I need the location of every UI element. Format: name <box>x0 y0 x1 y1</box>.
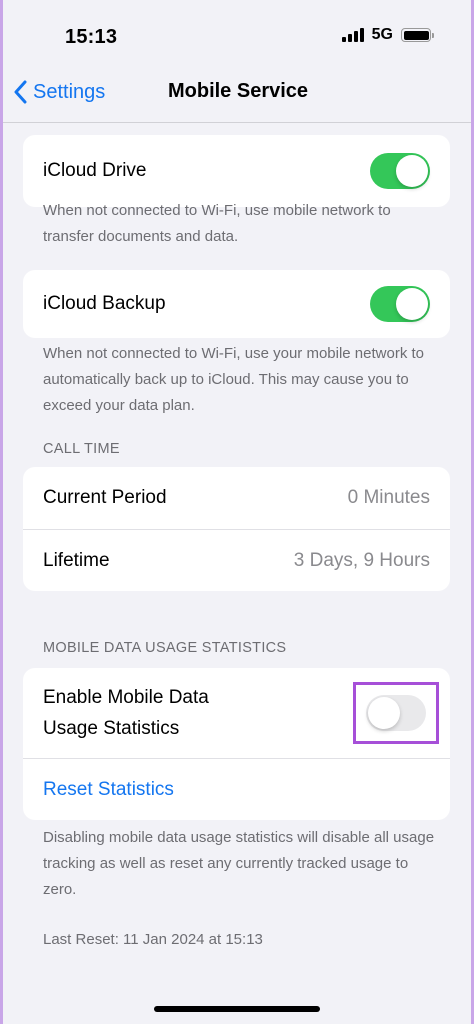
icloud-backup-card: iCloud Backup <box>23 270 450 338</box>
usage-stats-label: Enable Mobile Data Usage Statistics <box>43 687 209 739</box>
current-period-row: Current Period 0 Minutes <box>23 467 450 529</box>
reset-statistics-row[interactable]: Reset Statistics <box>23 758 450 820</box>
icloud-drive-card: iCloud Drive <box>23 135 450 207</box>
call-time-card: Current Period 0 Minutes Lifetime 3 Days… <box>23 467 450 591</box>
highlight-box <box>353 682 439 744</box>
reset-statistics-button[interactable]: Reset Statistics <box>43 779 174 801</box>
lifetime-value: 3 Days, 9 Hours <box>293 549 430 571</box>
icloud-backup-footnote: When not connected to Wi-Fi, use your mo… <box>43 345 425 414</box>
network-type: 5G <box>371 26 393 43</box>
icloud-drive-footnote: When not connected to Wi-Fi, use mobile … <box>43 202 391 245</box>
status-icons: 5G <box>341 26 434 44</box>
icloud-drive-toggle[interactable] <box>370 153 430 189</box>
usage-stats-footnote: Disabling mobile data usage statistics w… <box>43 829 435 898</box>
icloud-backup-toggle[interactable] <box>370 286 430 322</box>
icloud-drive-label: iCloud Drive <box>43 160 147 181</box>
last-reset-text: Last Reset: 11 Jan 2024 at 15:13 <box>43 931 263 948</box>
navigation-bar: Settings Mobile Service <box>3 72 471 118</box>
battery-icon <box>401 28 434 42</box>
home-indicator[interactable] <box>154 1006 320 1012</box>
current-period-label: Current Period <box>43 487 167 508</box>
current-period-value: 0 Minutes <box>347 487 430 508</box>
settings-content: iCloud Drive When not connected to Wi-Fi… <box>3 123 471 1024</box>
status-time: 15:13 <box>65 26 118 48</box>
lifetime-row: Lifetime 3 Days, 9 Hours <box>23 529 450 591</box>
usage-stats-toggle-row: Enable Mobile Data Usage Statistics <box>23 668 450 758</box>
page-title: Mobile Service <box>167 80 309 102</box>
usage-stats-card: Enable Mobile Data Usage Statistics Rese… <box>23 668 450 820</box>
lifetime-label: Lifetime <box>43 549 110 571</box>
usage-stats-toggle[interactable] <box>366 695 426 731</box>
icloud-backup-row: iCloud Backup <box>23 270 450 338</box>
call-time-header: CALL TIME <box>43 441 120 457</box>
signal-strength-icon <box>341 28 364 42</box>
status-bar: 15:13 5G <box>3 0 471 72</box>
usage-stats-header: MOBILE DATA USAGE STATISTICS <box>43 640 287 656</box>
icloud-backup-label: iCloud Backup <box>43 293 166 314</box>
icloud-drive-row: iCloud Drive <box>23 135 450 207</box>
